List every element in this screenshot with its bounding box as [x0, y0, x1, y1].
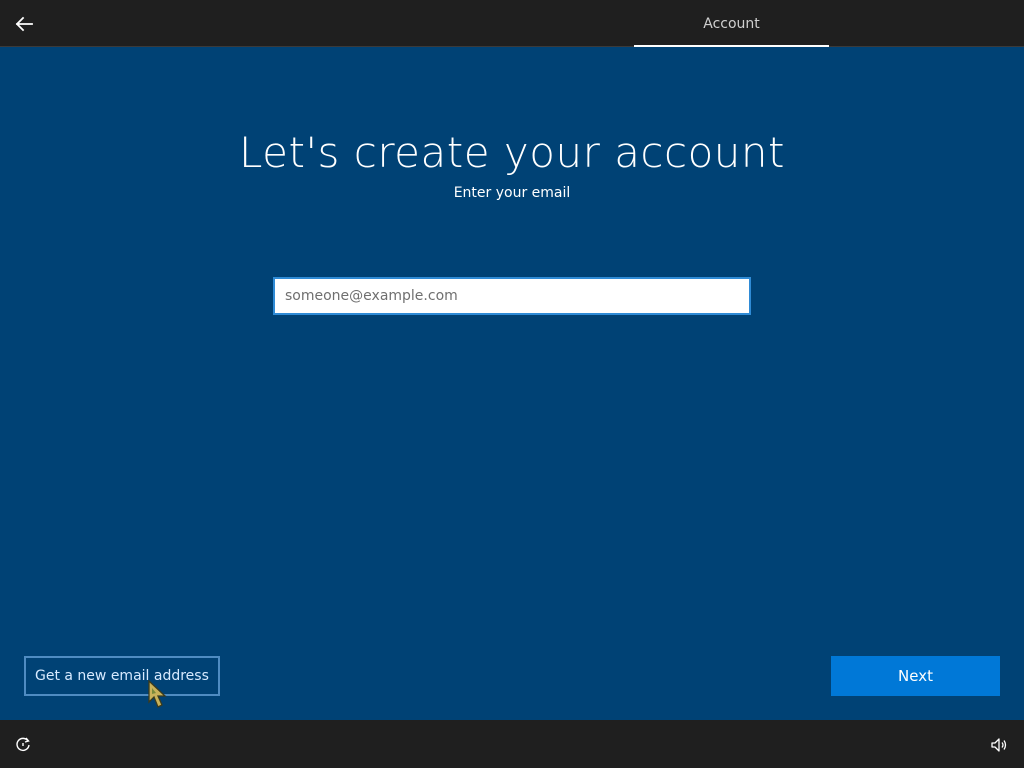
page-subtitle: Enter your email: [453, 185, 571, 201]
ease-of-access-icon: [16, 737, 30, 751]
tab-label: Account: [703, 15, 760, 32]
volume-button[interactable]: [988, 734, 1010, 756]
bottom-bar: [0, 720, 1024, 768]
get-new-email-button[interactable]: Get a new email address: [24, 656, 220, 696]
top-bar: Account: [0, 0, 1024, 47]
page-title: Let's create your account: [238, 128, 786, 177]
volume-icon: [991, 738, 1007, 752]
get-new-email-label: Get a new email address: [35, 668, 209, 684]
mouse-cursor-icon: [148, 680, 167, 708]
tab-account: Account: [634, 0, 829, 47]
main-panel: Let's create your account Enter your ema…: [0, 47, 1024, 720]
back-button[interactable]: [8, 8, 40, 40]
ease-of-access-button[interactable]: [12, 734, 34, 756]
next-label: Next: [898, 667, 933, 685]
email-field[interactable]: [273, 277, 751, 315]
next-button[interactable]: Next: [831, 656, 1000, 696]
back-arrow-icon: [15, 16, 33, 32]
